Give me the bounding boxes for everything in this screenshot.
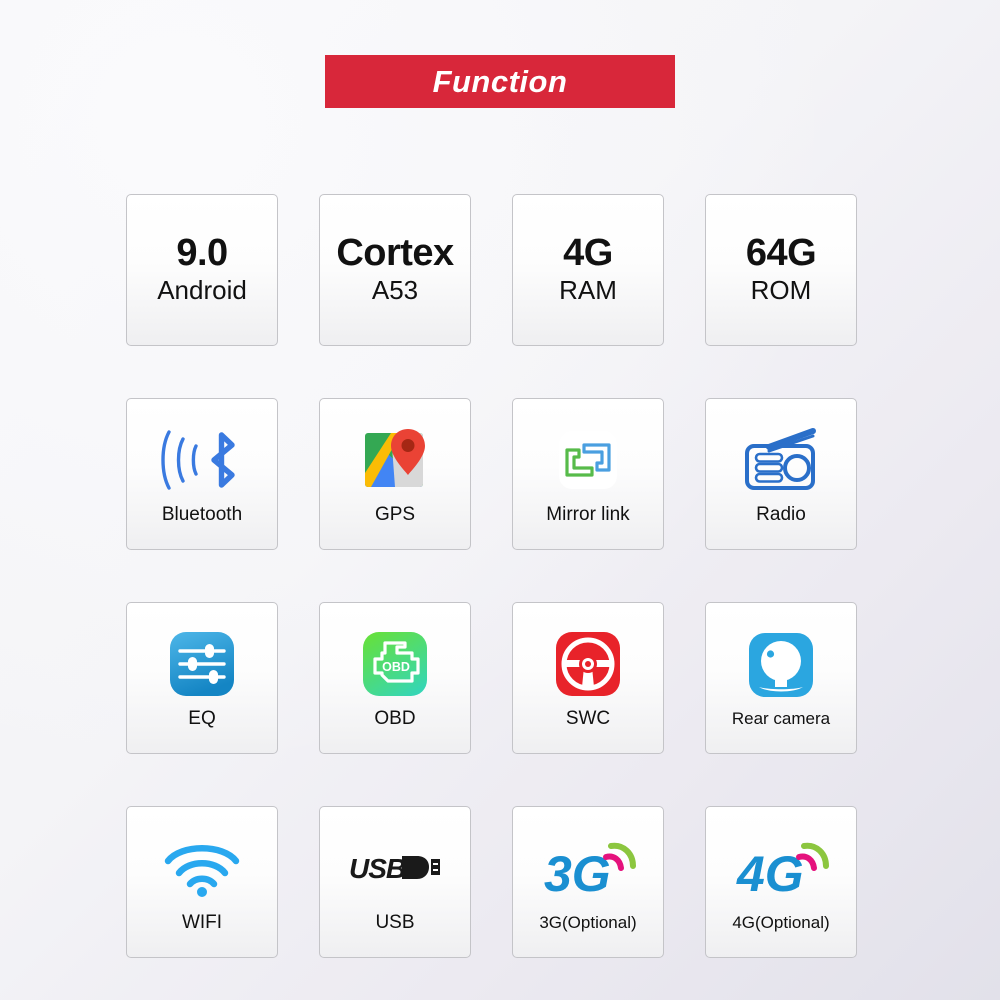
feature-card-gps[interactable]: GPS xyxy=(319,398,471,550)
feature-label: Radio xyxy=(756,504,806,525)
4g-signal-icon: 4G xyxy=(733,831,829,907)
eq-sliders-icon xyxy=(167,626,237,702)
usb-logo-icon: USB xyxy=(347,830,443,906)
steering-wheel-icon xyxy=(553,626,623,702)
feature-label: USB xyxy=(375,912,415,933)
feature-label: Rear camera xyxy=(731,709,831,728)
feature-label: 3G xyxy=(539,913,563,932)
feature-grid: 9.0 Android Cortex A53 4G RAM 64G ROM Bl… xyxy=(126,194,858,958)
feature-card-3g[interactable]: 3G 3G (Optional) xyxy=(512,806,664,958)
mirror-link-icon xyxy=(553,422,623,498)
header-banner-container: Function xyxy=(0,0,1000,108)
svg-text:4G: 4G xyxy=(736,846,804,902)
svg-text:USB: USB xyxy=(349,853,406,884)
function-banner: Function xyxy=(325,55,675,108)
rom-label: ROM xyxy=(750,275,812,305)
feature-card-eq[interactable]: EQ xyxy=(126,602,278,754)
wifi-icon xyxy=(160,830,244,906)
feature-card-radio[interactable]: Radio xyxy=(705,398,857,550)
radio-icon xyxy=(739,422,823,498)
feature-card-wifi[interactable]: WIFI xyxy=(126,806,278,958)
svg-text:3G: 3G xyxy=(544,846,611,902)
cpu-family-value: Cortex xyxy=(336,232,454,275)
feature-card-rear-camera[interactable]: Rear camera xyxy=(705,602,857,754)
cpu-model-value: A53 xyxy=(371,275,419,305)
ram-label: RAM xyxy=(559,275,617,305)
rear-camera-icon xyxy=(746,627,816,703)
feature-card-bluetooth[interactable]: Bluetooth xyxy=(126,398,278,550)
feature-card-usb[interactable]: USB USB xyxy=(319,806,471,958)
android-label: Android xyxy=(157,275,247,305)
obd-engine-icon: OBD xyxy=(360,626,430,702)
feature-card-obd[interactable]: OBD OBD xyxy=(319,602,471,754)
feature-card-cpu[interactable]: Cortex A53 xyxy=(319,194,471,346)
feature-card-swc[interactable]: SWC xyxy=(512,602,664,754)
feature-label: WIFI xyxy=(181,912,223,933)
optional-tag: (Optional) xyxy=(755,913,830,932)
gps-map-pin-icon xyxy=(361,422,429,498)
feature-label: 4G xyxy=(732,913,756,932)
page-title: Function xyxy=(432,63,568,99)
rom-size-value: 64G xyxy=(745,232,817,275)
ram-size-value: 4G xyxy=(563,232,613,275)
feature-card-rom[interactable]: 64G ROM xyxy=(705,194,857,346)
optional-tag: (Optional) xyxy=(562,913,637,932)
feature-card-android[interactable]: 9.0 Android xyxy=(126,194,278,346)
feature-label: SWC xyxy=(565,708,611,729)
feature-label: OBD xyxy=(374,708,416,729)
bluetooth-icon xyxy=(159,422,245,498)
feature-label: Bluetooth xyxy=(161,504,243,525)
3g-signal-icon: 3G xyxy=(540,831,636,907)
feature-label: GPS xyxy=(374,504,416,525)
feature-card-ram[interactable]: 4G RAM xyxy=(512,194,664,346)
feature-card-4g[interactable]: 4G 4G (Optional) xyxy=(705,806,857,958)
feature-label: Mirror link xyxy=(546,504,630,525)
feature-card-mirror-link[interactable]: Mirror link xyxy=(512,398,664,550)
android-version-value: 9.0 xyxy=(176,232,228,275)
svg-text:OBD: OBD xyxy=(382,660,410,674)
feature-label: EQ xyxy=(188,708,216,729)
